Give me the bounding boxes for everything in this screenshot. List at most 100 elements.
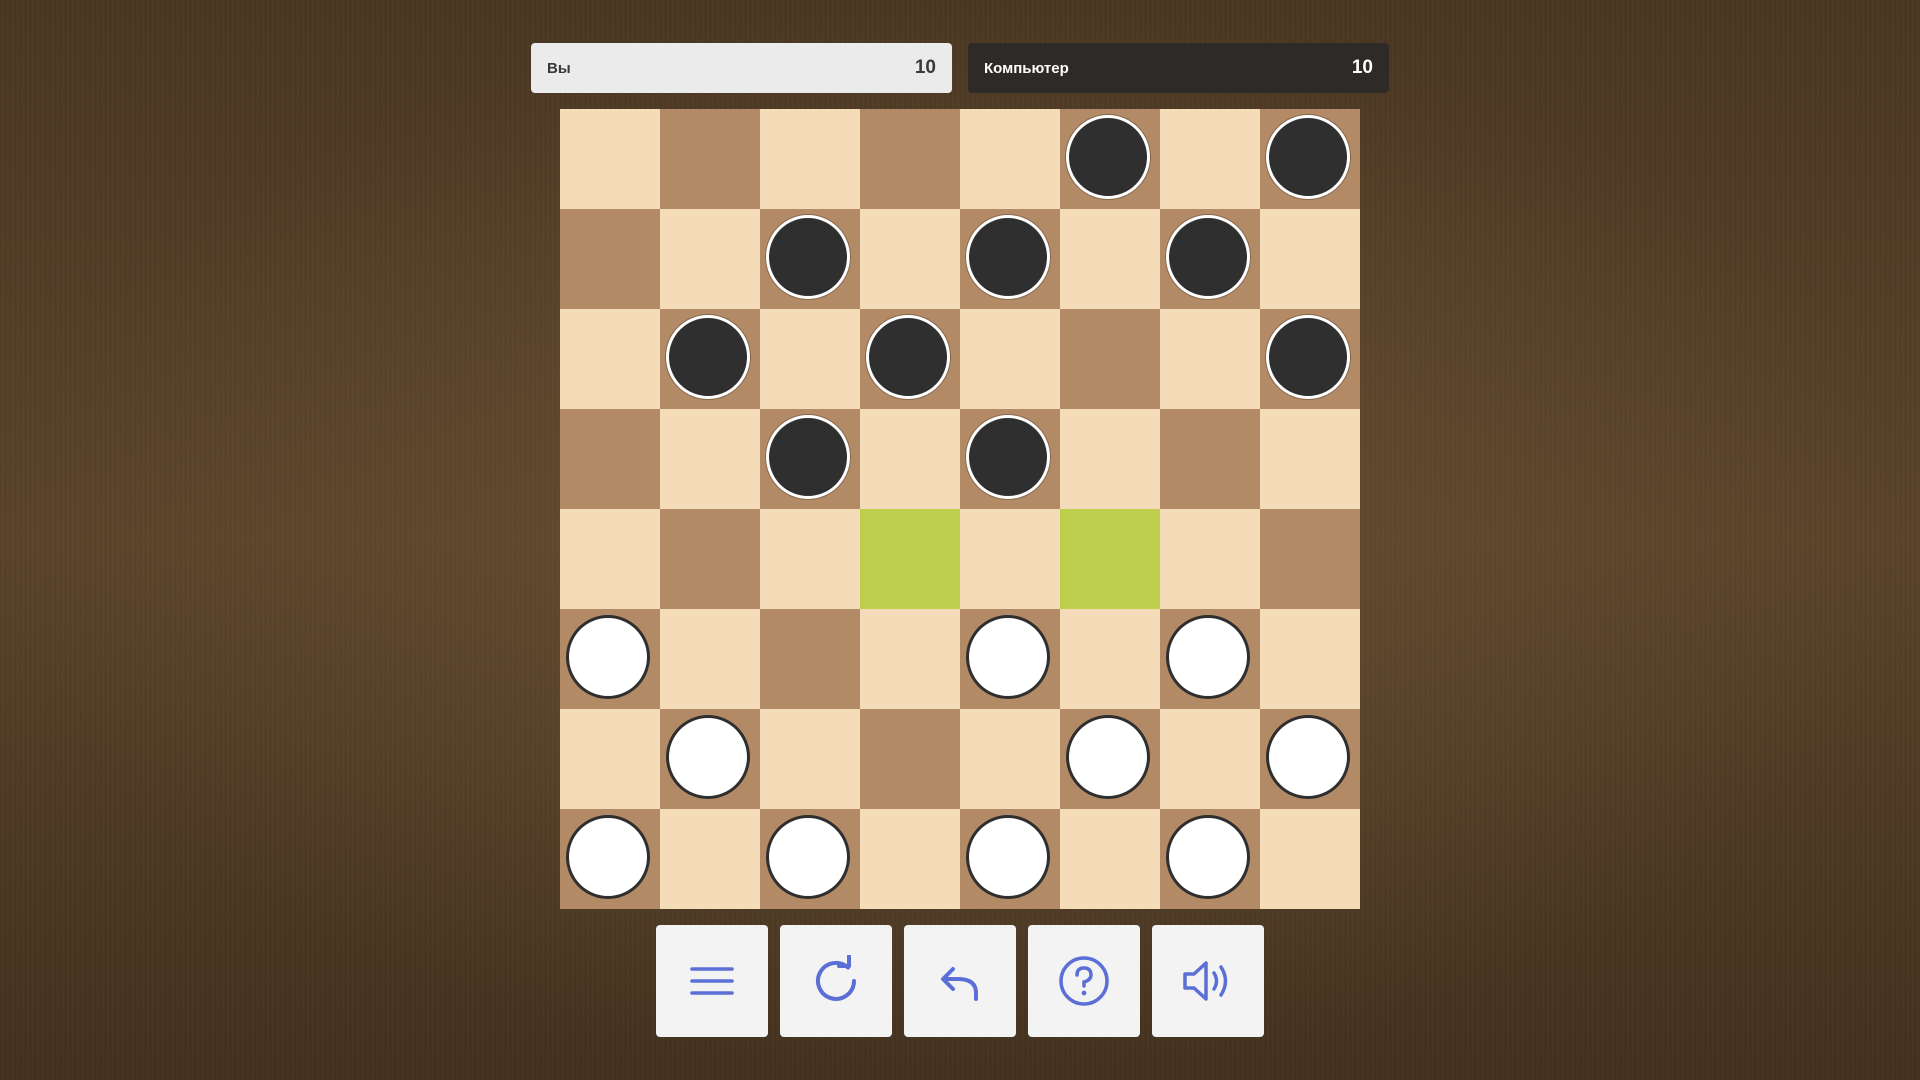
board-square[interactable] <box>860 309 960 409</box>
black-piece[interactable] <box>1266 115 1350 199</box>
board-square[interactable] <box>860 709 960 809</box>
board-square[interactable] <box>660 509 760 609</box>
help-button[interactable] <box>1028 925 1140 1037</box>
board-square[interactable] <box>960 509 1060 609</box>
board-square[interactable] <box>860 409 960 509</box>
board-square[interactable] <box>1160 709 1260 809</box>
black-piece[interactable] <box>1266 315 1350 399</box>
black-piece[interactable] <box>766 215 850 299</box>
board-square[interactable] <box>960 609 1060 709</box>
board-square[interactable] <box>660 809 760 909</box>
board-square[interactable] <box>1060 309 1160 409</box>
board-square[interactable] <box>1260 709 1360 809</box>
board-square[interactable] <box>1260 609 1360 709</box>
board-square[interactable] <box>860 209 960 309</box>
board-square[interactable] <box>1060 709 1160 809</box>
white-piece[interactable] <box>1166 815 1250 899</box>
computer-name: Компьютер <box>984 59 1069 77</box>
board-square[interactable] <box>560 209 660 309</box>
restart-button[interactable] <box>780 925 892 1037</box>
board-square[interactable] <box>960 809 1060 909</box>
black-piece[interactable] <box>1066 115 1150 199</box>
board-square[interactable] <box>1060 609 1160 709</box>
board-square[interactable] <box>1260 309 1360 409</box>
board-square[interactable] <box>860 109 960 209</box>
board-square[interactable] <box>560 109 660 209</box>
board-square[interactable] <box>1160 509 1260 609</box>
board-square[interactable] <box>660 609 760 709</box>
undo-icon <box>941 967 978 1001</box>
help-icon <box>1059 956 1109 1006</box>
control-bar <box>656 925 1264 1037</box>
board-square[interactable] <box>1060 109 1160 209</box>
board-square[interactable] <box>1260 809 1360 909</box>
white-piece[interactable] <box>566 815 650 899</box>
board-square[interactable] <box>960 209 1060 309</box>
board-square[interactable] <box>1160 309 1260 409</box>
board-square[interactable] <box>560 609 660 709</box>
board-square[interactable] <box>760 109 860 209</box>
checkers-board <box>560 109 1360 909</box>
white-piece[interactable] <box>766 815 850 899</box>
board-square[interactable] <box>960 309 1060 409</box>
board-square[interactable] <box>1060 809 1160 909</box>
white-piece[interactable] <box>1166 615 1250 699</box>
white-piece[interactable] <box>666 715 750 799</box>
black-piece[interactable] <box>666 315 750 399</box>
white-piece[interactable] <box>1266 715 1350 799</box>
board-square[interactable] <box>560 309 660 409</box>
player-score-bar: Вы 10 <box>531 43 952 93</box>
board-square[interactable] <box>660 109 760 209</box>
board-square-highlighted[interactable] <box>860 509 960 609</box>
board-square[interactable] <box>760 809 860 909</box>
board-square[interactable] <box>1260 509 1360 609</box>
board-square[interactable] <box>860 809 960 909</box>
board-square[interactable] <box>1160 209 1260 309</box>
board-square[interactable] <box>1260 409 1360 509</box>
board-square[interactable] <box>660 409 760 509</box>
menu-button[interactable] <box>656 925 768 1037</box>
board-square[interactable] <box>1260 109 1360 209</box>
board-square[interactable] <box>960 109 1060 209</box>
board-square[interactable] <box>560 809 660 909</box>
board-square[interactable] <box>660 309 760 409</box>
computer-score-bar: Компьютер 10 <box>968 43 1389 93</box>
board-square[interactable] <box>760 709 860 809</box>
board-square[interactable] <box>560 409 660 509</box>
sound-button[interactable] <box>1152 925 1264 1037</box>
white-piece[interactable] <box>1066 715 1150 799</box>
black-piece[interactable] <box>866 315 950 399</box>
board-square[interactable] <box>1160 809 1260 909</box>
board-square-highlighted[interactable] <box>1060 509 1160 609</box>
board-square[interactable] <box>760 409 860 509</box>
black-piece[interactable] <box>966 215 1050 299</box>
board-square[interactable] <box>760 509 860 609</box>
board-square[interactable] <box>760 309 860 409</box>
player-name: Вы <box>547 59 571 77</box>
board-square[interactable] <box>1060 209 1160 309</box>
board-square[interactable] <box>1160 609 1260 709</box>
menu-icon <box>690 967 734 995</box>
board-square[interactable] <box>1160 409 1260 509</box>
undo-button[interactable] <box>904 925 1016 1037</box>
board-square[interactable] <box>1060 409 1160 509</box>
white-piece[interactable] <box>966 615 1050 699</box>
board-square[interactable] <box>960 409 1060 509</box>
board-square[interactable] <box>660 709 760 809</box>
board-square[interactable] <box>560 509 660 609</box>
board-square[interactable] <box>960 709 1060 809</box>
computer-score: 10 <box>1351 57 1373 78</box>
white-piece[interactable] <box>966 815 1050 899</box>
black-piece[interactable] <box>966 415 1050 499</box>
player-score: 10 <box>914 57 936 78</box>
board-square[interactable] <box>760 209 860 309</box>
board-square[interactable] <box>1260 209 1360 309</box>
board-square[interactable] <box>660 209 760 309</box>
board-square[interactable] <box>1160 109 1260 209</box>
black-piece[interactable] <box>1166 215 1250 299</box>
black-piece[interactable] <box>766 415 850 499</box>
board-square[interactable] <box>760 609 860 709</box>
board-square[interactable] <box>560 709 660 809</box>
board-square[interactable] <box>860 609 960 709</box>
white-piece[interactable] <box>566 615 650 699</box>
